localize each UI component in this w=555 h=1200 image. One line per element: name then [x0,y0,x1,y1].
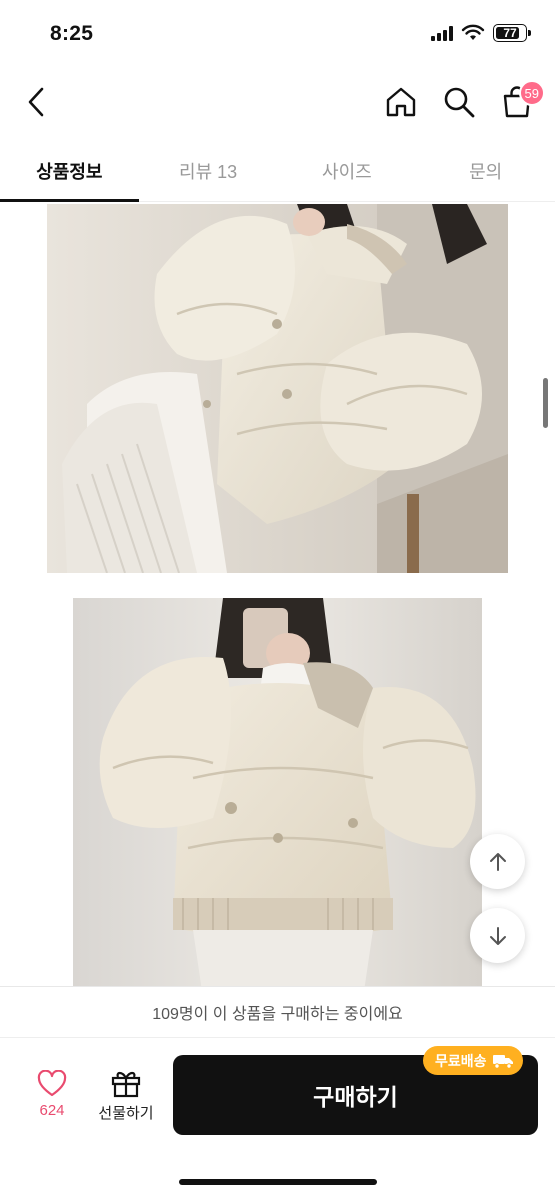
status-time: 8:25 [50,22,94,45]
scroll-indicator[interactable] [543,378,548,428]
home-button[interactable] [383,82,419,122]
scroll-down-button[interactable] [470,908,525,963]
search-button[interactable] [441,82,477,122]
truck-icon [492,1054,513,1069]
battery-icon: 77 [493,24,531,42]
tab-product-info[interactable]: 상품정보 [0,140,139,202]
like-count: 624 [39,1102,65,1119]
wifi-icon [461,24,485,40]
status-bar: 8:25 77 [0,0,555,66]
battery-level: 77 [503,26,517,40]
tab-reviews[interactable]: 리뷰 13 [139,140,278,201]
tab-size[interactable]: 사이즈 [278,140,417,201]
scroll-up-button[interactable] [470,834,525,889]
product-photo-1 [47,204,508,573]
home-icon [386,87,416,117]
product-tabs: 상품정보 리뷰 13 사이즈 문의 [0,140,555,202]
purchase-activity-notice: 109명이 이 상품을 구매하는 중이에요 [0,986,555,1038]
tab-inquiry[interactable]: 문의 [416,140,555,201]
home-indicator[interactable] [179,1179,377,1185]
heart-icon [37,1070,67,1097]
back-button[interactable] [18,82,54,122]
like-button[interactable]: 624 [22,1070,82,1119]
cart-count-badge: 59 [518,80,545,106]
free-shipping-badge: 무료배송 [423,1046,523,1075]
bottom-action-bar: 624 선물하기 구매하기 무료배송 [0,1038,555,1200]
top-nav-bar: 59 [0,70,555,134]
arrow-down-icon [489,926,506,945]
search-icon [444,87,475,118]
gift-button[interactable]: 선물하기 [92,1068,160,1123]
back-icon [28,87,44,117]
gift-icon [111,1071,141,1098]
free-shipping-label: 무료배송 [435,1052,487,1069]
signal-icon [431,25,453,41]
product-photo-2 [73,598,482,998]
arrow-up-icon [489,852,506,871]
gift-label: 선물하기 [98,1105,154,1122]
cart-button[interactable]: 59 [499,80,545,122]
status-icons: 77 [431,24,531,42]
